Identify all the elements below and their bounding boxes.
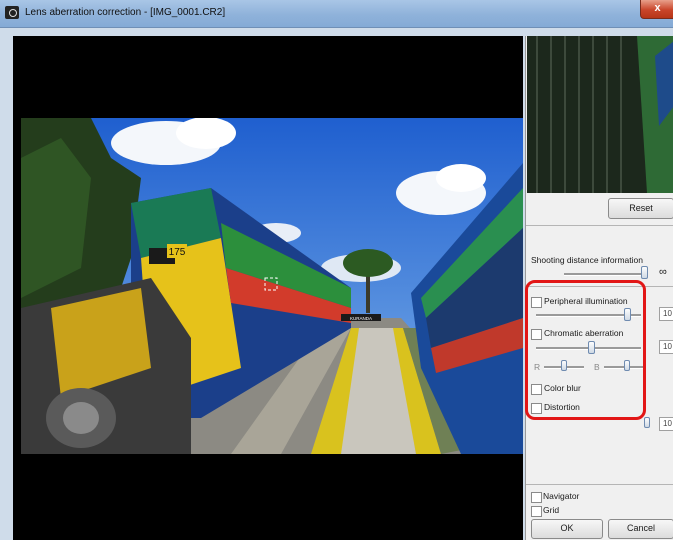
grid-label: Grid xyxy=(543,505,560,515)
navigator-checkbox[interactable] xyxy=(531,492,542,503)
grid-checkbox[interactable] xyxy=(531,506,542,517)
close-button[interactable]: x xyxy=(640,0,673,19)
title-bar: Lens aberration correction - [IMG_0001.C… xyxy=(0,0,673,28)
divider xyxy=(526,484,673,485)
window-title: Lens aberration correction - [IMG_0001.C… xyxy=(25,7,226,18)
distortion-slider[interactable] xyxy=(644,417,650,428)
ok-button[interactable]: OK xyxy=(531,519,603,539)
station-sign-text: KURANDA xyxy=(350,316,372,321)
shooting-distance-slider[interactable] xyxy=(641,266,648,279)
shooting-distance-track xyxy=(564,273,644,276)
shooting-distance-label: Shooting distance information xyxy=(531,255,643,265)
camera-icon xyxy=(5,6,19,19)
cancel-button[interactable]: Cancel xyxy=(608,519,673,539)
chromatic-value-field[interactable]: 10 xyxy=(659,340,673,354)
navigator-label: Navigator xyxy=(543,491,580,501)
locomotive-number: 175 xyxy=(169,247,186,258)
peripheral-value-field[interactable]: 10 xyxy=(659,307,673,321)
preview-photo: KURANDA 175 xyxy=(21,118,523,454)
navigator-thumbnail[interactable] xyxy=(527,36,673,193)
highlight-annotation xyxy=(525,280,646,420)
image-viewer[interactable]: KURANDA 175 xyxy=(13,36,523,540)
divider xyxy=(526,225,673,226)
reset-button[interactable]: Reset xyxy=(608,198,673,219)
infinity-icon: ∞ xyxy=(659,266,667,278)
distortion-value-field[interactable]: 10 xyxy=(659,417,673,431)
